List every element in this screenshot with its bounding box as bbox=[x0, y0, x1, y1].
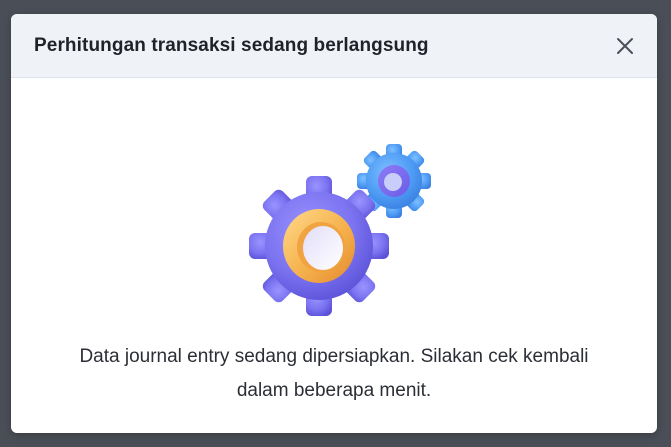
status-message-line-1: Data journal entry sedang dipersiapkan. … bbox=[79, 346, 589, 367]
gears-illustration bbox=[249, 144, 431, 316]
large-gear-icon bbox=[249, 176, 389, 316]
modal-header: Perhitungan transaksi sedang berlangsung bbox=[11, 14, 657, 78]
modal-title: Perhitungan transaksi sedang berlangsung bbox=[34, 34, 429, 56]
close-icon bbox=[617, 37, 633, 54]
status-message-line-2: dalam beberapa menit. bbox=[236, 380, 432, 401]
status-message: Data journal entry sedang dipersiapkan. … bbox=[11, 340, 657, 408]
close-button[interactable] bbox=[613, 34, 637, 58]
processing-modal: Perhitungan transaksi sedang berlangsung bbox=[11, 14, 657, 433]
